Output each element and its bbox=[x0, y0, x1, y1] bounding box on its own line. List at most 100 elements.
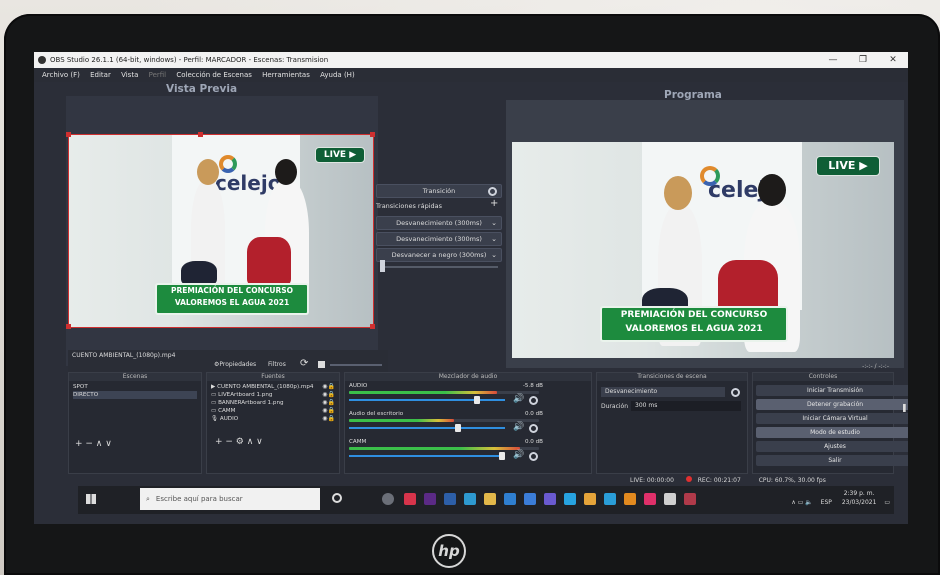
gear-icon[interactable] bbox=[488, 187, 497, 196]
mixer-header: Mezclador de audio bbox=[345, 373, 591, 381]
pause-icon[interactable]: ❚❚ bbox=[901, 403, 908, 412]
clock-time: 2:39 p. m. bbox=[843, 490, 875, 497]
rec-indicator-icon bbox=[685, 476, 692, 482]
resize-handle[interactable] bbox=[198, 132, 203, 137]
mixer-channel: AUDIO -5.8 dB 🔊 bbox=[349, 383, 587, 409]
file-explorer-icon[interactable] bbox=[484, 493, 496, 505]
edge-icon[interactable] bbox=[464, 493, 476, 505]
add-icon[interactable]: + bbox=[490, 198, 498, 209]
app-icon[interactable] bbox=[404, 493, 416, 505]
resize-handle[interactable] bbox=[370, 132, 375, 137]
scene-item[interactable]: DIRECTO bbox=[73, 391, 197, 399]
volume-slider-track[interactable] bbox=[349, 427, 505, 429]
tray-icons[interactable]: ∧ ▭ 🔈 bbox=[791, 499, 812, 506]
volume-slider-track[interactable] bbox=[349, 455, 505, 457]
volume-slider-handle[interactable] bbox=[498, 452, 505, 460]
start-virtual-camera-button[interactable]: Iniciar Cámara Virtual bbox=[756, 413, 908, 424]
minimize-button[interactable]: — bbox=[818, 52, 848, 68]
scene-toolbar-icons[interactable]: + − ∧ ∨ bbox=[75, 439, 112, 449]
duration-input[interactable]: 300 ms bbox=[631, 401, 741, 411]
studio-mode-button[interactable]: Modo de estudio bbox=[756, 427, 908, 438]
channel-name: CAMM bbox=[349, 439, 367, 445]
gear-icon[interactable] bbox=[529, 396, 538, 405]
volume-slider-track[interactable] bbox=[349, 399, 505, 401]
preview-label: Vista Previa bbox=[166, 83, 238, 95]
stop-icon[interactable] bbox=[318, 361, 325, 368]
media-seek-bar[interactable] bbox=[330, 364, 382, 366]
preview-video[interactable]: celejo LIVE ▶ PREMIACIÓN DEL CONCURSO VA… bbox=[68, 134, 374, 328]
photoshop-icon[interactable] bbox=[604, 493, 616, 505]
system-tray: ∧ ▭ 🔈 ESP 2:39 p. m. 23/03/2021 ▭ bbox=[791, 489, 890, 507]
properties-button[interactable]: ⚙Propiedades bbox=[214, 361, 256, 368]
menu-archivo[interactable]: Archivo (F) bbox=[42, 68, 80, 82]
visibility-lock-icons[interactable]: ◉🔒 ◉🔒 ◉🔒 ◉🔒 ◉🔒 bbox=[322, 383, 335, 423]
maximize-button[interactable]: ❐ bbox=[848, 52, 878, 68]
menu-ayuda[interactable]: Ayuda (H) bbox=[320, 68, 355, 82]
close-button[interactable]: ✕ bbox=[878, 52, 908, 68]
premiere-icon[interactable] bbox=[424, 493, 436, 505]
resize-handle[interactable] bbox=[66, 324, 71, 329]
filters-button[interactable]: Filtros bbox=[268, 361, 286, 368]
source-item[interactable]: ▭ BANNERArtboard 1.png bbox=[211, 399, 284, 407]
gear-icon[interactable] bbox=[529, 424, 538, 433]
speaker-icon[interactable]: 🔊 bbox=[513, 394, 524, 404]
menu-perfil[interactable]: Perfil bbox=[149, 68, 167, 82]
skype-icon[interactable] bbox=[564, 493, 576, 505]
t-bar-track[interactable] bbox=[380, 266, 498, 268]
quick-transition-label: Desvanecer a negro (300ms) bbox=[391, 251, 487, 259]
word-icon[interactable] bbox=[524, 493, 536, 505]
transition-select[interactable]: Desvanecimiento bbox=[601, 387, 725, 397]
app-icon[interactable] bbox=[644, 493, 656, 505]
gear-icon[interactable] bbox=[731, 388, 740, 397]
cortana-icon[interactable] bbox=[332, 493, 342, 503]
t-bar-handle[interactable] bbox=[380, 260, 385, 272]
speaker-muted-icon[interactable]: 🔊 bbox=[513, 450, 524, 460]
stop-recording-button[interactable]: Detener grabación bbox=[756, 399, 908, 410]
menu-vista[interactable]: Vista bbox=[121, 68, 138, 82]
start-streaming-button[interactable]: Iniciar Transmisión bbox=[756, 385, 908, 396]
source-item[interactable]: ▭ CAMM bbox=[211, 407, 235, 415]
source-toolbar-icons[interactable]: + − ⚙ ∧ ∨ bbox=[215, 437, 263, 447]
app-icon[interactable] bbox=[504, 493, 516, 505]
vu-meter-level bbox=[349, 391, 498, 394]
windows-taskbar: ⌕ Escribe aquí para buscar ∧ ▭ 🔈 ESP 2:39… bbox=[78, 486, 894, 514]
app-icon[interactable] bbox=[664, 493, 676, 505]
channel-db: 0.0 dB bbox=[524, 439, 543, 445]
transition-label: Transición bbox=[422, 187, 456, 195]
speaker-icon[interactable]: 🔊 bbox=[513, 422, 524, 432]
source-label: CUENTO AMBIENTAL_(1080p).mp4 bbox=[217, 384, 314, 390]
illustrator-icon[interactable] bbox=[624, 493, 636, 505]
source-item[interactable]: ▶ CUENTO AMBIENTAL_(1080p).mp4 bbox=[211, 383, 313, 391]
gear-icon[interactable] bbox=[529, 452, 538, 461]
exit-button[interactable]: Salir bbox=[756, 455, 908, 466]
taskbar-search[interactable]: ⌕ Escribe aquí para buscar bbox=[140, 488, 320, 510]
chrome-icon[interactable] bbox=[584, 493, 596, 505]
menu-editar[interactable]: Editar bbox=[90, 68, 111, 82]
quick-transition-2[interactable]: Desvanecimiento (300ms) ⌄ bbox=[376, 232, 502, 246]
transition-button[interactable]: Transición bbox=[376, 184, 502, 198]
brand-logo-icon bbox=[700, 166, 720, 186]
obs-taskbar-icon[interactable] bbox=[382, 493, 394, 505]
source-item[interactable]: 🎙 AUDIO bbox=[211, 415, 238, 423]
language-indicator[interactable]: ESP bbox=[821, 499, 832, 506]
quick-transition-label: Desvanecimiento (300ms) bbox=[396, 219, 482, 227]
quick-transition-3[interactable]: Desvanecer a negro (300ms) ⌄ bbox=[376, 248, 502, 262]
refresh-icon[interactable]: ⟳ bbox=[300, 358, 308, 369]
windows-start-icon[interactable] bbox=[86, 494, 96, 504]
clock[interactable]: 2:39 p. m. 23/03/2021 bbox=[842, 489, 877, 507]
volume-slider-handle[interactable] bbox=[473, 396, 480, 404]
menu-coleccion[interactable]: Colección de Escenas bbox=[176, 68, 252, 82]
resize-handle[interactable] bbox=[370, 324, 375, 329]
scene-item[interactable]: SPOT bbox=[73, 383, 88, 391]
after-effects-icon[interactable] bbox=[544, 493, 556, 505]
resize-handle[interactable] bbox=[66, 132, 71, 137]
quick-transition-1[interactable]: Desvanecimiento (300ms) ⌄ bbox=[376, 216, 502, 230]
menu-herramientas[interactable]: Herramientas bbox=[262, 68, 310, 82]
volume-slider-handle[interactable] bbox=[455, 424, 462, 432]
app-icon[interactable] bbox=[684, 493, 696, 505]
app-icon[interactable] bbox=[444, 493, 456, 505]
notification-icon[interactable]: ▭ bbox=[884, 499, 890, 506]
source-item[interactable]: ▭ LIVEArtboard 1.png bbox=[211, 391, 272, 399]
settings-button[interactable]: Ajustes bbox=[756, 441, 908, 452]
obs-window: OBS Studio 26.1.1 (64-bit, windows) - Pe… bbox=[34, 52, 908, 524]
